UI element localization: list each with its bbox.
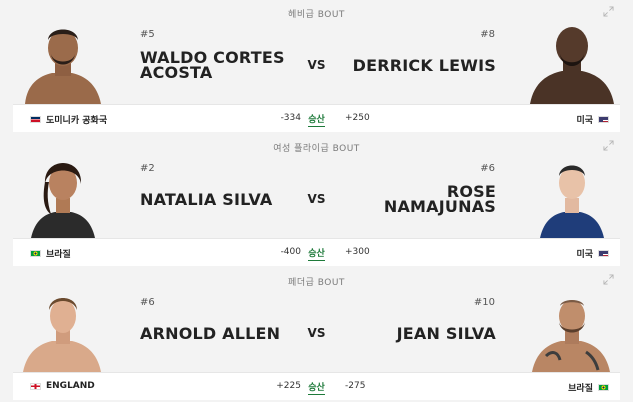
fight-info-bar: 도미니카 공화국 -334 승산 +250 미국 bbox=[13, 104, 620, 132]
fight-info-bar: ENGLAND +225 승산 -275 브라질 bbox=[13, 372, 620, 400]
fighter-silhouette-icon bbox=[530, 27, 614, 104]
usa-flag-icon bbox=[598, 250, 609, 257]
expand-icon[interactable] bbox=[603, 274, 614, 285]
fight-card: 헤비급 BOUT #5 WALDO CORTES ACOSTA VS #8 DE… bbox=[0, 0, 633, 134]
fighter-name-blue[interactable]: ROSE NAMAJUNAS bbox=[376, 184, 496, 215]
fight-info-bar: 브라질 -400 승산 +300 미국 bbox=[13, 238, 620, 266]
odds-blue: +300 bbox=[345, 247, 370, 257]
fighter-rank-red: #6 bbox=[140, 297, 155, 308]
country-name-blue: 미국 bbox=[576, 116, 593, 126]
fighter-rank-blue: #10 bbox=[473, 297, 495, 308]
odds-label-text[interactable]: 승산 bbox=[308, 383, 325, 395]
fighter-rank-blue: #6 bbox=[480, 163, 495, 174]
fighter-photo-blue[interactable] bbox=[526, 152, 616, 238]
odds-label-text[interactable]: 승산 bbox=[308, 115, 325, 127]
fighter-rank-red: #5 bbox=[140, 29, 155, 40]
fighter-silhouette-icon bbox=[540, 165, 604, 238]
fighter-name-blue[interactable]: JEAN SILVA bbox=[346, 326, 496, 342]
fighter-rank-blue: #8 bbox=[480, 29, 495, 40]
odds-blue: -275 bbox=[345, 381, 366, 391]
odds-link[interactable]: 승산 bbox=[13, 380, 620, 395]
country-blue: 미국 bbox=[576, 247, 609, 260]
fight-card: 페더급 BOUT #6 ARNOLD ALLEN VS #10 JEAN SIL… bbox=[0, 268, 633, 402]
usa-flag-icon bbox=[598, 116, 609, 123]
expand-icon[interactable] bbox=[603, 140, 614, 151]
country-name-blue: 브라질 bbox=[568, 384, 593, 394]
odds-blue: +250 bbox=[345, 113, 370, 123]
odds-link[interactable]: 승산 bbox=[13, 112, 620, 127]
country-name-blue: 미국 bbox=[576, 250, 593, 260]
fighter-photo-blue[interactable] bbox=[526, 286, 616, 372]
expand-icon[interactable] bbox=[603, 6, 614, 17]
country-blue: 미국 bbox=[576, 113, 609, 126]
country-blue: 브라질 bbox=[568, 381, 609, 394]
odds-label-text[interactable]: 승산 bbox=[308, 249, 325, 261]
fighter-rank-red: #2 bbox=[140, 163, 155, 174]
brazil-flag-icon bbox=[598, 384, 609, 391]
fighter-photo-blue[interactable] bbox=[526, 18, 616, 104]
fighter-silhouette-icon bbox=[532, 300, 610, 372]
odds-link[interactable]: 승산 bbox=[13, 246, 620, 261]
fighter-name-blue[interactable]: DERRICK LEWIS bbox=[346, 58, 496, 74]
fight-card: 여성 플라이급 BOUT #2 NATALIA SILVA VS #6 ROSE… bbox=[0, 134, 633, 268]
